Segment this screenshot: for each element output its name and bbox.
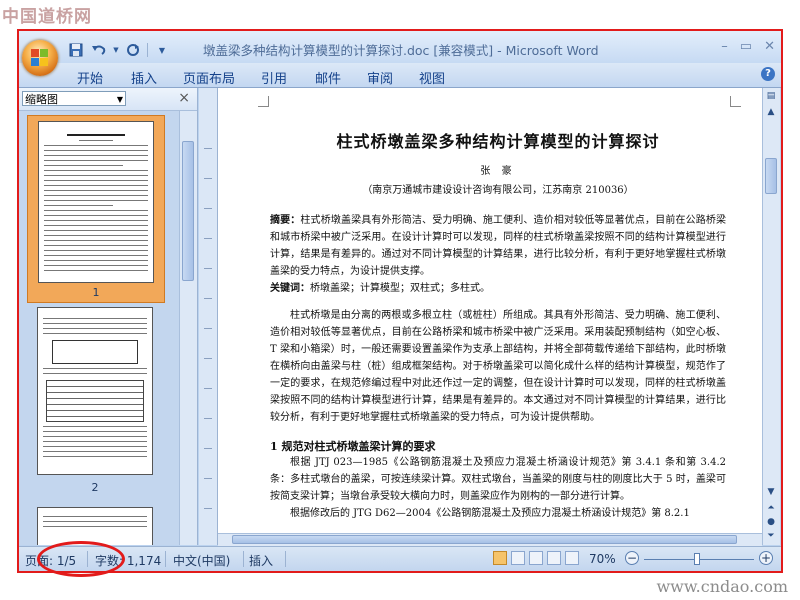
status-separator [285, 551, 286, 567]
zoom-level[interactable]: 70% [589, 552, 616, 566]
close-icon[interactable]: × [178, 90, 190, 106]
crop-mark [730, 96, 741, 107]
status-separator [243, 551, 244, 567]
crop-mark [258, 96, 269, 107]
tab-references[interactable]: 引用 [261, 68, 287, 87]
document-title: 柱式桥墩盖梁多种结构计算模型的计算探讨 [336, 132, 660, 151]
undo-icon[interactable] [90, 42, 108, 58]
keywords-paragraph: 关键词：桥墩盖梁；计算模型；双柱式；多柱式。 [270, 280, 726, 297]
document-body: 柱式桥墩盖梁多种结构计算模型的计算探讨 张 豪 （南京万通城市建设设计咨询有限公… [270, 110, 726, 522]
next-page-icon[interactable]: ⏷ [765, 530, 777, 542]
close-window-icon[interactable]: ✕ [764, 39, 775, 54]
web-layout-view-icon[interactable] [529, 551, 543, 565]
chevron-down-icon: ▼ [116, 95, 123, 104]
document-page[interactable]: 柱式桥墩盖梁多种结构计算模型的计算探讨 张 豪 （南京万通城市建设设计咨询有限公… [218, 88, 762, 533]
document-author: 张 豪 [480, 166, 516, 177]
title-bar: ▼ ▼ 墩盖梁多种结构计算模型的计算探讨.doc [兼容模式] - Micros… [19, 31, 781, 63]
nav-scrollbar[interactable] [179, 111, 197, 545]
tab-mailings[interactable]: 邮件 [315, 68, 341, 87]
thumbnail-page-2[interactable]: 2 [27, 307, 163, 503]
navigation-pane: 缩略图 ▼ × 1 2 [19, 88, 198, 545]
document-vertical-scrollbar[interactable]: ▤ ▲ ▼ ⏶ ● ⏷ [762, 88, 780, 545]
redo-icon[interactable] [124, 42, 142, 58]
page-thumbnail-image [38, 121, 154, 283]
vertical-ruler [199, 88, 218, 545]
horizontal-scroll-thumb[interactable] [232, 535, 737, 544]
nav-scroll-thumb[interactable] [182, 141, 194, 281]
watermark-top: 中国道桥网 [2, 7, 92, 27]
thumbnail-page-number: 2 [91, 481, 99, 494]
abstract-label: 摘要： [270, 215, 301, 226]
section-1-paragraph-1: 根据 JTJ 023—1985《公路钢筋混凝土及预应力混凝土桥涵设计规范》第 3… [270, 457, 726, 502]
document-horizontal-scrollbar[interactable] [218, 533, 762, 546]
status-separator [165, 551, 166, 567]
scroll-down-icon[interactable]: ▼ [765, 486, 777, 498]
previous-page-icon[interactable]: ⏶ [765, 502, 777, 514]
zoom-out-icon[interactable]: − [625, 551, 639, 565]
annotation-ellipse [37, 541, 125, 577]
print-layout-view-icon[interactable] [493, 551, 507, 565]
zoom-in-icon[interactable]: + [759, 551, 773, 565]
status-bar: 页面: 1/5 字数: 1,174 中文(中国) 插入 70% − + [19, 546, 781, 571]
thumbnail-page-3-partial[interactable] [37, 507, 153, 545]
full-screen-reading-view-icon[interactable] [511, 551, 525, 565]
zoom-slider-knob[interactable] [694, 553, 700, 565]
scroll-up-icon[interactable]: ▲ [765, 106, 777, 118]
tab-home[interactable]: 开始 [77, 68, 103, 87]
maximize-icon[interactable]: ▭ [740, 39, 752, 54]
section-1-heading: 1 规范对柱式桥墩盖梁计算的要求 [270, 440, 436, 453]
ruler-toggle-icon[interactable]: ▤ [765, 90, 777, 102]
window-title: 墩盖梁多种结构计算模型的计算探讨.doc [兼容模式] - Microsoft … [203, 43, 599, 58]
quick-access-toolbar: ▼ ▼ [67, 40, 171, 60]
watermark-bottom: www.cndao.com [656, 577, 788, 596]
abstract-paragraph: 摘要：柱式桥墩盖梁具有外形简洁、受力明确、施工便利、造价相对较低等显著优点，目前… [270, 212, 726, 280]
minimize-icon[interactable]: – [721, 39, 728, 54]
thumbnail-page-number: 1 [92, 286, 100, 299]
select-browse-object-icon[interactable]: ● [765, 516, 777, 528]
qat-separator [147, 43, 148, 57]
ribbon-tabs: 开始 插入 页面布局 引用 邮件 审阅 视图 ? [19, 63, 781, 88]
page-thumbnail-image [37, 307, 153, 475]
tab-view[interactable]: 视图 [419, 68, 445, 87]
help-icon[interactable]: ? [761, 67, 775, 81]
draft-view-icon[interactable] [565, 551, 579, 565]
document-affiliation: （南京万通城市建设设计咨询有限公司，江苏南京 210036） [362, 185, 634, 196]
keywords-text: 桥墩盖梁；计算模型；双柱式；多柱式。 [310, 283, 490, 294]
window-controls: – ▭ ✕ [721, 39, 775, 54]
office-logo-icon [31, 49, 49, 67]
diagram-sketch [52, 340, 138, 364]
nav-pane-header: 缩略图 ▼ × [19, 88, 197, 111]
status-insert-mode[interactable]: 插入 [249, 552, 273, 569]
customize-qat-icon[interactable]: ▼ [153, 42, 171, 58]
tab-review[interactable]: 审阅 [367, 68, 393, 87]
outline-view-icon[interactable] [547, 551, 561, 565]
status-language[interactable]: 中文(中国) [173, 552, 230, 569]
tab-insert[interactable]: 插入 [131, 68, 157, 87]
office-button[interactable] [22, 40, 58, 76]
undo-dropdown-icon[interactable]: ▼ [113, 42, 119, 58]
thumbnail-list: 1 2 [19, 111, 179, 545]
nav-view-selected: 缩略图 [25, 93, 58, 106]
section-1-paragraph-2: 根据修改后的 JTG D62—2004《公路钢筋混凝土及预应力混凝土桥涵设计规范… [290, 508, 690, 519]
keywords-label: 关键词： [270, 283, 310, 294]
tab-page-layout[interactable]: 页面布局 [183, 68, 235, 87]
nav-view-select[interactable]: 缩略图 ▼ [22, 91, 126, 106]
abstract-text: 柱式桥墩盖梁具有外形简洁、受力明确、施工便利、造价相对较低等显著优点，目前在公路… [270, 215, 727, 277]
save-icon[interactable] [67, 42, 85, 58]
intro-paragraph: 柱式桥墩是由分离的两根或多根立柱（或桩柱）所组成。其具有外形简洁、受力明确、施工… [270, 310, 726, 423]
document-scroll-thumb[interactable] [765, 158, 777, 194]
word-window: ▼ ▼ 墩盖梁多种结构计算模型的计算探讨.doc [兼容模式] - Micros… [17, 29, 783, 573]
thumbnail-page-1[interactable]: 1 [27, 115, 165, 303]
table-sketch [46, 380, 144, 422]
